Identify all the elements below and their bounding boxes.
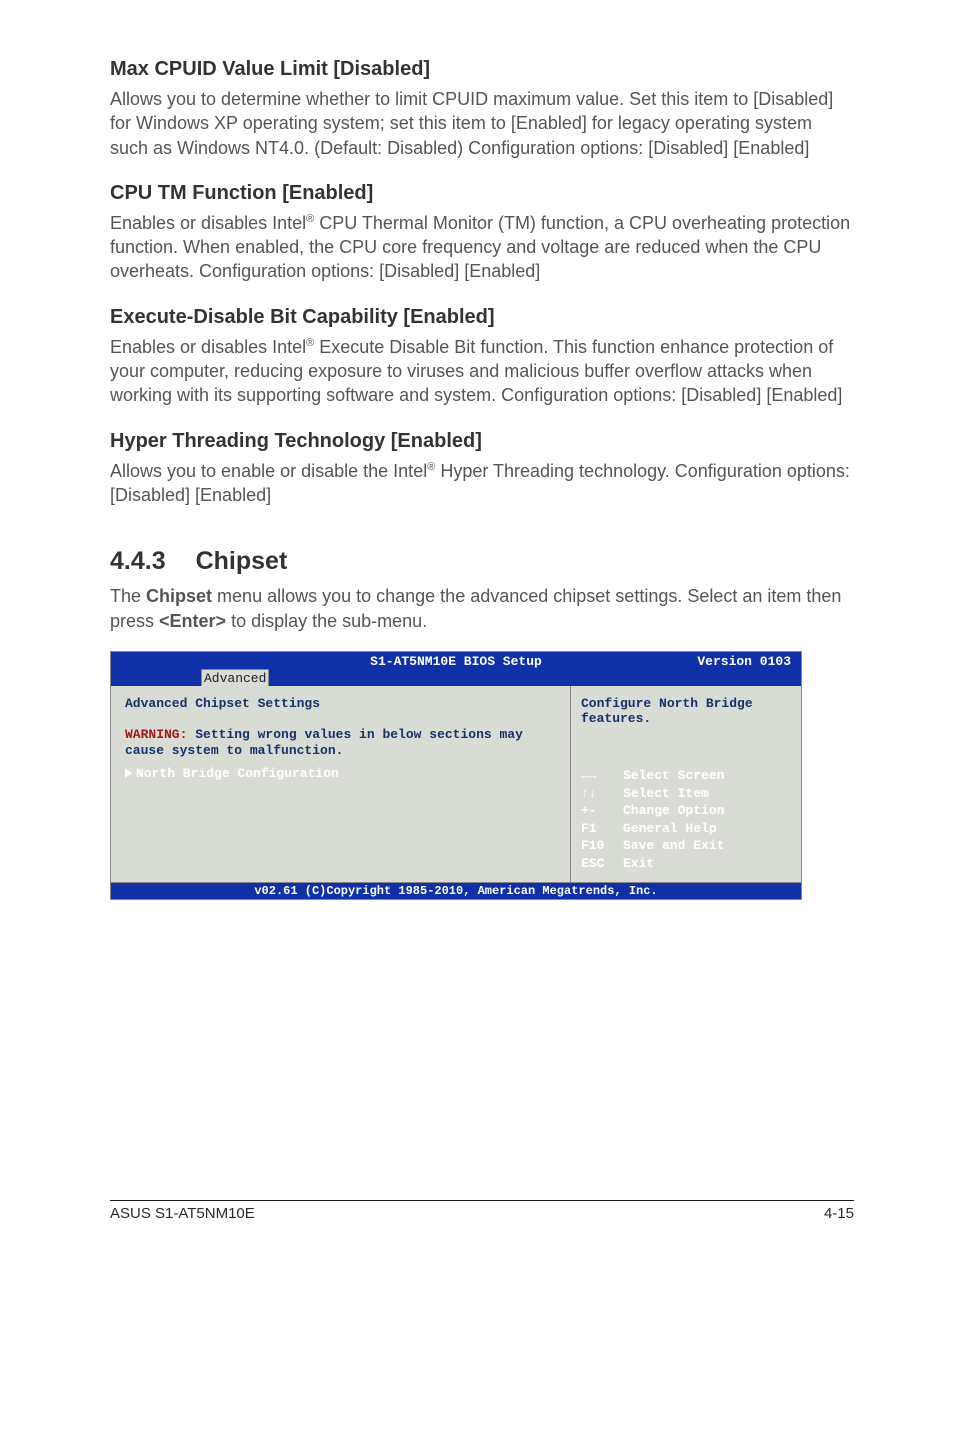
bios-warning-prefix: WARNING: <box>125 727 187 742</box>
legend-label: General Help <box>623 821 717 836</box>
bios-body: Advanced Chipset Settings WARNING: Setti… <box>111 686 801 883</box>
footer-left: ASUS S1-AT5NM10E <box>110 1205 255 1222</box>
para-max-cpuid: Allows you to determine whether to limit… <box>110 87 854 160</box>
bios-key-legend: ←→Select Screen ↑↓Select Item +-Change O… <box>581 767 791 872</box>
text-fragment: Enables or disables Intel <box>110 337 306 357</box>
legend-row: F10Save and Exit <box>581 837 791 855</box>
footer-page-number: 4-15 <box>824 1205 854 1222</box>
legend-label: Change Option <box>623 803 724 818</box>
bios-header: S1-AT5NM10E BIOS Setup Version 0103 Adva… <box>111 652 801 686</box>
text-bold: <Enter> <box>159 611 226 631</box>
bios-menu-item-north-bridge: North Bridge Configuration <box>125 765 556 782</box>
page-footer: ASUS S1-AT5NM10E 4-15 <box>110 1200 854 1222</box>
bios-footer: v02.61 (C)Copyright 1985-2010, American … <box>111 882 801 899</box>
heading-execute-disable: Execute-Disable Bit Capability [Enabled] <box>110 306 854 329</box>
legend-key: ESC <box>581 855 623 873</box>
para-hyper-threading: Allows you to enable or disable the Inte… <box>110 459 854 508</box>
bios-pane-title: Advanced Chipset Settings <box>125 696 556 711</box>
legend-row: ↑↓Select Item <box>581 785 791 803</box>
bios-tab-advanced: Advanced <box>201 669 269 686</box>
legend-row: F1General Help <box>581 820 791 838</box>
legend-label: Save and Exit <box>623 838 724 853</box>
text-fragment: Enables or disables Intel <box>110 213 306 233</box>
bios-version: Version 0103 <box>697 654 791 669</box>
bios-menu-item-label: North Bridge Configuration <box>136 766 339 781</box>
text-fragment: Allows you to enable or disable the Inte… <box>110 461 427 481</box>
section-number: 4.4.3 <box>110 547 166 576</box>
bios-help-text: Configure North Bridge features. <box>581 696 791 726</box>
bios-right-pane: Configure North Bridge features. ←→Selec… <box>571 686 801 883</box>
section-intro: The Chipset menu allows you to change th… <box>110 584 854 633</box>
heading-max-cpuid: Max CPUID Value Limit [Disabled] <box>110 58 854 81</box>
arrows-ud-icon: ↑↓ <box>581 785 623 803</box>
text-bold: Chipset <box>146 586 212 606</box>
legend-key: F10 <box>581 837 623 855</box>
para-cpu-tm: Enables or disables Intel® CPU Thermal M… <box>110 211 854 284</box>
legend-row: +-Change Option <box>581 802 791 820</box>
legend-row: ESCExit <box>581 855 791 873</box>
bios-left-pane: Advanced Chipset Settings WARNING: Setti… <box>111 686 571 883</box>
legend-row: ←→Select Screen <box>581 767 791 785</box>
heading-hyper-threading: Hyper Threading Technology [Enabled] <box>110 430 854 453</box>
bios-title: S1-AT5NM10E BIOS Setup <box>370 654 542 669</box>
legend-label: Exit <box>623 856 654 871</box>
heading-cpu-tm: CPU TM Function [Enabled] <box>110 182 854 205</box>
section-heading: 4.4.3 Chipset <box>110 547 854 576</box>
legend-label: Select Item <box>623 786 709 801</box>
bios-warning: WARNING: Setting wrong values in below s… <box>125 727 556 760</box>
triangle-right-icon <box>125 768 132 778</box>
legend-label: Select Screen <box>623 768 724 783</box>
legend-key: F1 <box>581 820 623 838</box>
para-execute-disable: Enables or disables Intel® Execute Disab… <box>110 335 854 408</box>
bios-screenshot: S1-AT5NM10E BIOS Setup Version 0103 Adva… <box>110 651 802 901</box>
legend-key: +- <box>581 802 623 820</box>
text-fragment: to display the sub-menu. <box>226 611 427 631</box>
text-fragment: The <box>110 586 146 606</box>
spacer <box>125 782 556 862</box>
arrows-lr-icon: ←→ <box>581 767 623 785</box>
section-title: Chipset <box>196 547 288 575</box>
